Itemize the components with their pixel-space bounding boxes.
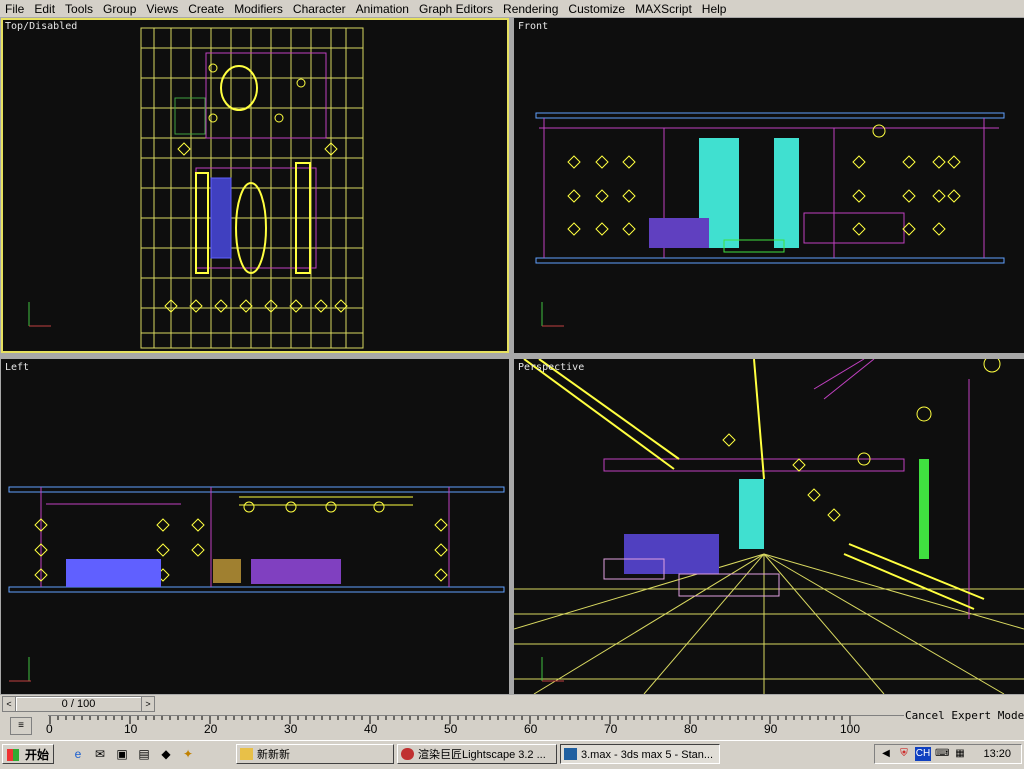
ie-icon[interactable]: e: [70, 746, 86, 762]
keyboard-icon[interactable]: ⌨: [935, 747, 949, 761]
tick-label: 90: [764, 722, 778, 736]
viewport-left[interactable]: Left: [1, 359, 509, 694]
time-prev-button[interactable]: <: [2, 696, 16, 712]
start-button[interactable]: 开始: [2, 744, 54, 764]
menu-tools[interactable]: Tools: [60, 2, 98, 16]
time-bar: < 0 / 100 > ≡ 0 10 20 30 40 50 60 70 80 …: [0, 695, 1024, 740]
menu-create[interactable]: Create: [183, 2, 229, 16]
menu-group[interactable]: Group: [98, 2, 141, 16]
task-label: 3.max - 3ds max 5 - Stan...: [581, 749, 714, 761]
viewport-label-left[interactable]: Left: [5, 362, 29, 373]
viewport-label-top[interactable]: Top/Disabled: [5, 21, 77, 32]
time-next-button[interactable]: >: [141, 696, 155, 712]
task-folder[interactable]: 新新新: [236, 744, 394, 764]
tick-label: 50: [444, 722, 458, 736]
menu-file[interactable]: File: [0, 2, 29, 16]
viewport-perspective[interactable]: Perspective: [514, 359, 1024, 694]
tick-label: 70: [604, 722, 618, 736]
task-lightscape[interactable]: 渲染巨匠Lightscape 3.2 ...: [397, 744, 557, 764]
system-tray: ◀ ⛨ CH ⌨ ▦ 13:20: [874, 744, 1022, 764]
time-slider[interactable]: 0 / 100: [15, 696, 142, 712]
menu-customize[interactable]: Customize: [563, 2, 630, 16]
start-label: 开始: [24, 748, 49, 762]
menu-help[interactable]: Help: [697, 2, 732, 16]
tick-label: 100: [840, 722, 861, 736]
menu-edit[interactable]: Edit: [29, 2, 60, 16]
viewport-label-front[interactable]: Front: [518, 21, 548, 32]
app-icon[interactable]: ◆: [158, 746, 174, 762]
3dsmax-icon: [564, 748, 577, 760]
tick-label: 10: [124, 722, 138, 736]
media-icon[interactable]: ▤: [136, 746, 152, 762]
tick-label: 60: [524, 722, 538, 736]
menu-modifiers[interactable]: Modifiers: [229, 2, 288, 16]
network-icon[interactable]: ▦: [953, 747, 967, 761]
taskbar: 开始 e ✉ ▣ ▤ ◆ ✦ 新新新 渲染巨匠Lightscape 3.2 ..…: [0, 740, 1024, 769]
lightscape-icon: [401, 748, 414, 760]
shield-icon[interactable]: ⛨: [897, 747, 911, 761]
menu-character[interactable]: Character: [288, 2, 351, 16]
menu-rendering[interactable]: Rendering: [498, 2, 563, 16]
windows-flag-icon: [7, 749, 19, 761]
tick-label: 30: [284, 722, 298, 736]
language-indicator[interactable]: CH: [915, 747, 931, 761]
left-view-wireframe: [8, 486, 505, 682]
speaker-icon[interactable]: ◀: [879, 747, 893, 761]
desktop-icon[interactable]: ▣: [114, 746, 130, 762]
menu-graph-editors[interactable]: Graph Editors: [414, 2, 498, 16]
tick-label: 80: [684, 722, 698, 736]
outlook-icon[interactable]: ✉: [92, 746, 108, 762]
front-view-wireframe: [535, 112, 1005, 327]
viewport-top[interactable]: Top/Disabled: [1, 18, 509, 353]
menu-views[interactable]: Views: [141, 2, 183, 16]
prompt-line[interactable]: Cancel Expert Mode: [905, 709, 1024, 724]
folder-icon: [240, 748, 253, 760]
viewport-label-perspective[interactable]: Perspective: [518, 362, 584, 373]
viewport-front[interactable]: Front: [514, 18, 1024, 353]
tick-label: 0: [46, 722, 53, 736]
menu-maxscript[interactable]: MAXScript: [630, 2, 697, 16]
trackbar-icon[interactable]: ≡: [10, 717, 32, 735]
menu-bar: File Edit Tools Group Views Create Modif…: [0, 0, 1024, 17]
tick-label: 40: [364, 722, 378, 736]
prompt-text: Cancel Expert Mode: [905, 709, 1024, 722]
clock: 13:20: [983, 748, 1011, 760]
top-view-wireframe: [28, 27, 364, 349]
tick-label: 20: [204, 722, 218, 736]
task-label: 渲染巨匠Lightscape 3.2 ...: [418, 749, 546, 761]
menu-animation[interactable]: Animation: [351, 2, 414, 16]
perspective-view-wireframe: [514, 359, 1024, 694]
task-3dsmax[interactable]: 3.max - 3ds max 5 - Stan...: [560, 744, 720, 764]
max-icon[interactable]: ✦: [180, 746, 196, 762]
viewport-area: Top/Disabled Front Left Perspective: [0, 17, 1024, 695]
task-label: 新新新: [257, 749, 290, 761]
